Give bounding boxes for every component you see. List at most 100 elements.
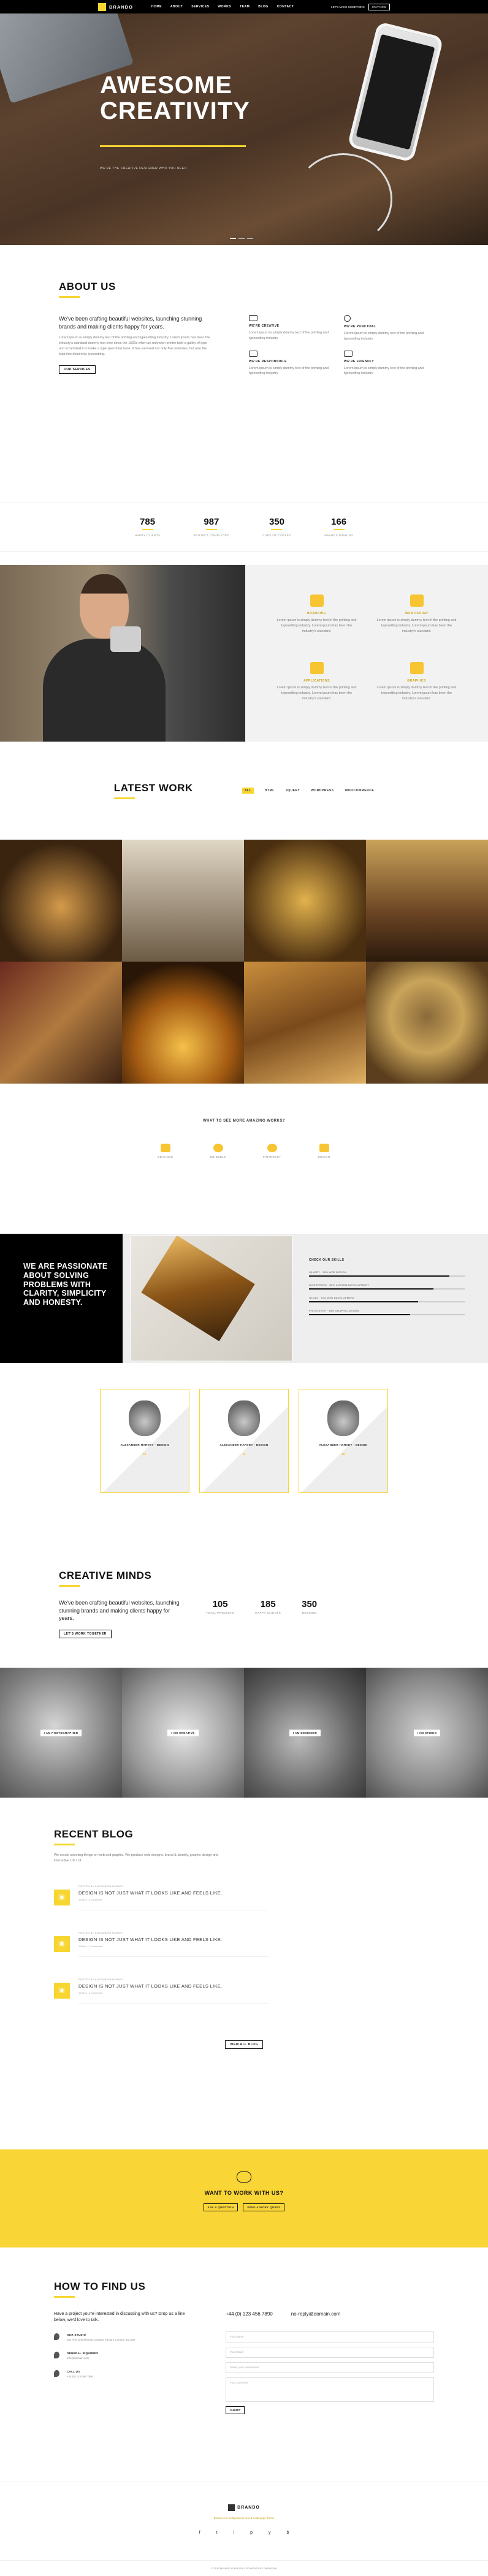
blog-post[interactable]: ▣ POSTED BY ALEXANDER HARVEY DESIGN IS NO… [54,1978,434,2004]
filter-wordpress[interactable]: WORDPRESS [311,789,334,792]
team-card[interactable]: ALEXANDER HARVEY - DESIGN “ [299,1389,388,1493]
service-graphics: GRAPHICS Lorem ipsum is simply dummy text… [376,662,457,712]
ask-question-button[interactable]: ASK A QUESTION [203,2203,238,2211]
filter-jquery[interactable]: JQUERY [286,789,300,792]
hero-title: AWESOME CREATIVITY [100,72,250,124]
nav-cta-button[interactable]: STAY NOW [368,3,390,10]
filter-all[interactable]: ALL [242,788,254,794]
menu-item-contact[interactable]: CONTACT [277,5,294,9]
blog-post[interactable]: ▣ POSTED BY ALEXANDER HARVEY DESIGN IS NO… [54,1885,434,1910]
portfolio-gallery [0,840,488,1084]
portfolio-item[interactable] [366,840,488,962]
work-filters: ALL HTML JQUERY WORDPRESS WOOCOMMERCE [242,788,375,794]
portfolio-item[interactable] [244,962,366,1084]
more-works-heading: WHAT TO SEE MORE AMAZING WORKS? [202,1119,286,1123]
hero-subtitle: WE'RE THE CREATIVE DESIGNER WHO YOU NEED [100,167,187,170]
submit-button[interactable]: SUBMIT [226,2406,245,2414]
comment-field[interactable]: Your Comment [226,2377,434,2402]
name-field[interactable]: Your Name [226,2331,434,2342]
menu-item-blog[interactable]: BLOG [258,5,268,9]
avatar [327,1400,359,1436]
instagram-icon[interactable]: i [234,2531,235,2535]
counter-projects: 987 PROJECT COMPLETED [193,517,230,537]
pinterest-icon[interactable]: p [250,2531,253,2535]
contact-heading: HOW TO FIND US [54,2281,146,2292]
work-together-button[interactable]: LET'S WORK TOGETHER [59,1629,112,1638]
behance-icon[interactable]: b [286,2531,289,2535]
portrait-tile[interactable]: I AM DESIGNER [244,1668,366,1798]
thumbs-up-icon [249,350,257,357]
view-all-blog-button[interactable]: VIEW ALL BLOG [225,2040,263,2049]
skill-bar: HTML5 · 70% WEB DEVELOPMENT [309,1296,465,1302]
portfolio-item[interactable] [0,840,122,962]
portfolio-item[interactable] [366,962,488,1084]
email-field[interactable]: Your Email [226,2347,434,2358]
hero-accent-bar [100,145,246,147]
skill-bar: WORDPRESS · 80% CUSTOM DEVELOPMENT [309,1283,465,1290]
counter-awards: 166 AWARDS WINNING [324,517,354,537]
counter-coffee: 350 CUPS OF COFFEE [262,517,291,537]
team-card[interactable]: ALEXANDER HARVEY - DESIGN “ [100,1389,189,1493]
service-applications: APPLICATIONS Lorem ipsum is simply dummy … [276,662,357,712]
link-design[interactable]: DESIGN [318,1144,330,1158]
youtube-icon[interactable]: y [269,2531,271,2535]
footer-logo[interactable]: BRANDO [228,2504,260,2511]
chat-icon [344,350,353,357]
menu-item-team[interactable]: TEAM [240,5,250,9]
slider-dots[interactable] [230,238,253,239]
cta-section: WANT TO WORK WITH US? ASK A QUESTION SEN… [0,2149,488,2247]
link-behance[interactable]: BEHANCE [158,1144,173,1158]
menu-item-services[interactable]: SERVICES [191,5,209,9]
our-services-button[interactable]: OUR SERVICES [59,365,96,374]
creative-lead: We've been crafting beautiful websites, … [59,1600,180,1622]
tools-icon [410,662,424,674]
link-dribbble[interactable]: DRIBBBLE [210,1144,226,1158]
blog-section: RECENT BLOG We create stunning things on… [0,1798,488,2149]
team-card[interactable]: ALEXANDER HARVEY - DESIGN “ [199,1389,289,1493]
social-links: f t i p y b [0,2531,488,2535]
filter-html[interactable]: HTML [265,789,275,792]
contact-email[interactable]: no-reply@domain.com [291,2311,341,2317]
facebook-icon[interactable]: f [199,2531,200,2535]
portfolio-item[interactable] [122,840,244,962]
skills-heading: CHECK OUR SKILLS [309,1258,345,1262]
chat-bubble-icon [237,2171,251,2183]
image-icon: ▣ [54,1982,70,1999]
link-pinterest[interactable]: PINTEREST [263,1144,281,1158]
creative-minds-section: CREATIVE MINDS We've been crafting beaut… [0,1533,488,1668]
quote-icon: “ [341,1451,345,1460]
monitor-icon [410,595,424,607]
branding-icon [310,595,324,607]
skills-section: WE ARE PASSIONATE ABOUT SOLVING PROBLEMS… [0,1234,488,1363]
twitter-icon[interactable]: t [216,2531,218,2535]
work-query-button[interactable]: SEND A WORK QUERY [243,2203,285,2211]
clock-icon [344,315,351,322]
mail-icon [54,2351,59,2358]
about-heading: ABOUT US [59,281,116,292]
filter-woocommerce[interactable]: WOOCOMMERCE [345,789,374,792]
menu-item-about[interactable]: ABOUT [170,5,183,9]
menu-item-home[interactable]: HOME [151,5,162,9]
apps-icon [310,662,324,674]
behance-icon [160,1144,170,1152]
feature-punctual: WE'RE PUNCTUAL Lorem ipsum is simply dumm… [344,315,427,342]
blog-post[interactable]: ▣ POSTED BY ALEXANDER HARVEY DESIGN IS NO… [54,1931,434,1957]
image-icon: ▣ [54,1889,70,1905]
work-header: LATEST WORK ALL HTML JQUERY WORDPRESS WO… [0,742,488,840]
portfolio-item[interactable] [0,962,122,1084]
contact-section: HOW TO FIND US Have a project you're int… [0,2247,488,2482]
service-branding: BRANDING Lorem ipsum is simply dummy text… [276,595,357,645]
portfolio-item[interactable] [122,962,244,1084]
portrait-tile[interactable]: I AM PHOTOGRAPHER [0,1668,122,1798]
portrait-tile[interactable]: I AM STUDIO [366,1668,488,1798]
phone-icon [54,2369,59,2377]
architecture-photo [130,1236,292,1361]
work-heading: LATEST WORK [113,782,193,794]
menu-item-works[interactable]: WORKS [218,5,231,9]
contact-phone[interactable]: +44 (0) 123 456 7890 [226,2311,273,2317]
requirement-select[interactable]: Select your requirement [226,2362,434,2373]
portrait-tile[interactable]: I AM CREATIVE [122,1668,244,1798]
brand-logo[interactable]: BRANDO [109,4,133,10]
blog-heading: RECENT BLOG [54,1828,134,1840]
portfolio-item[interactable] [244,840,366,962]
